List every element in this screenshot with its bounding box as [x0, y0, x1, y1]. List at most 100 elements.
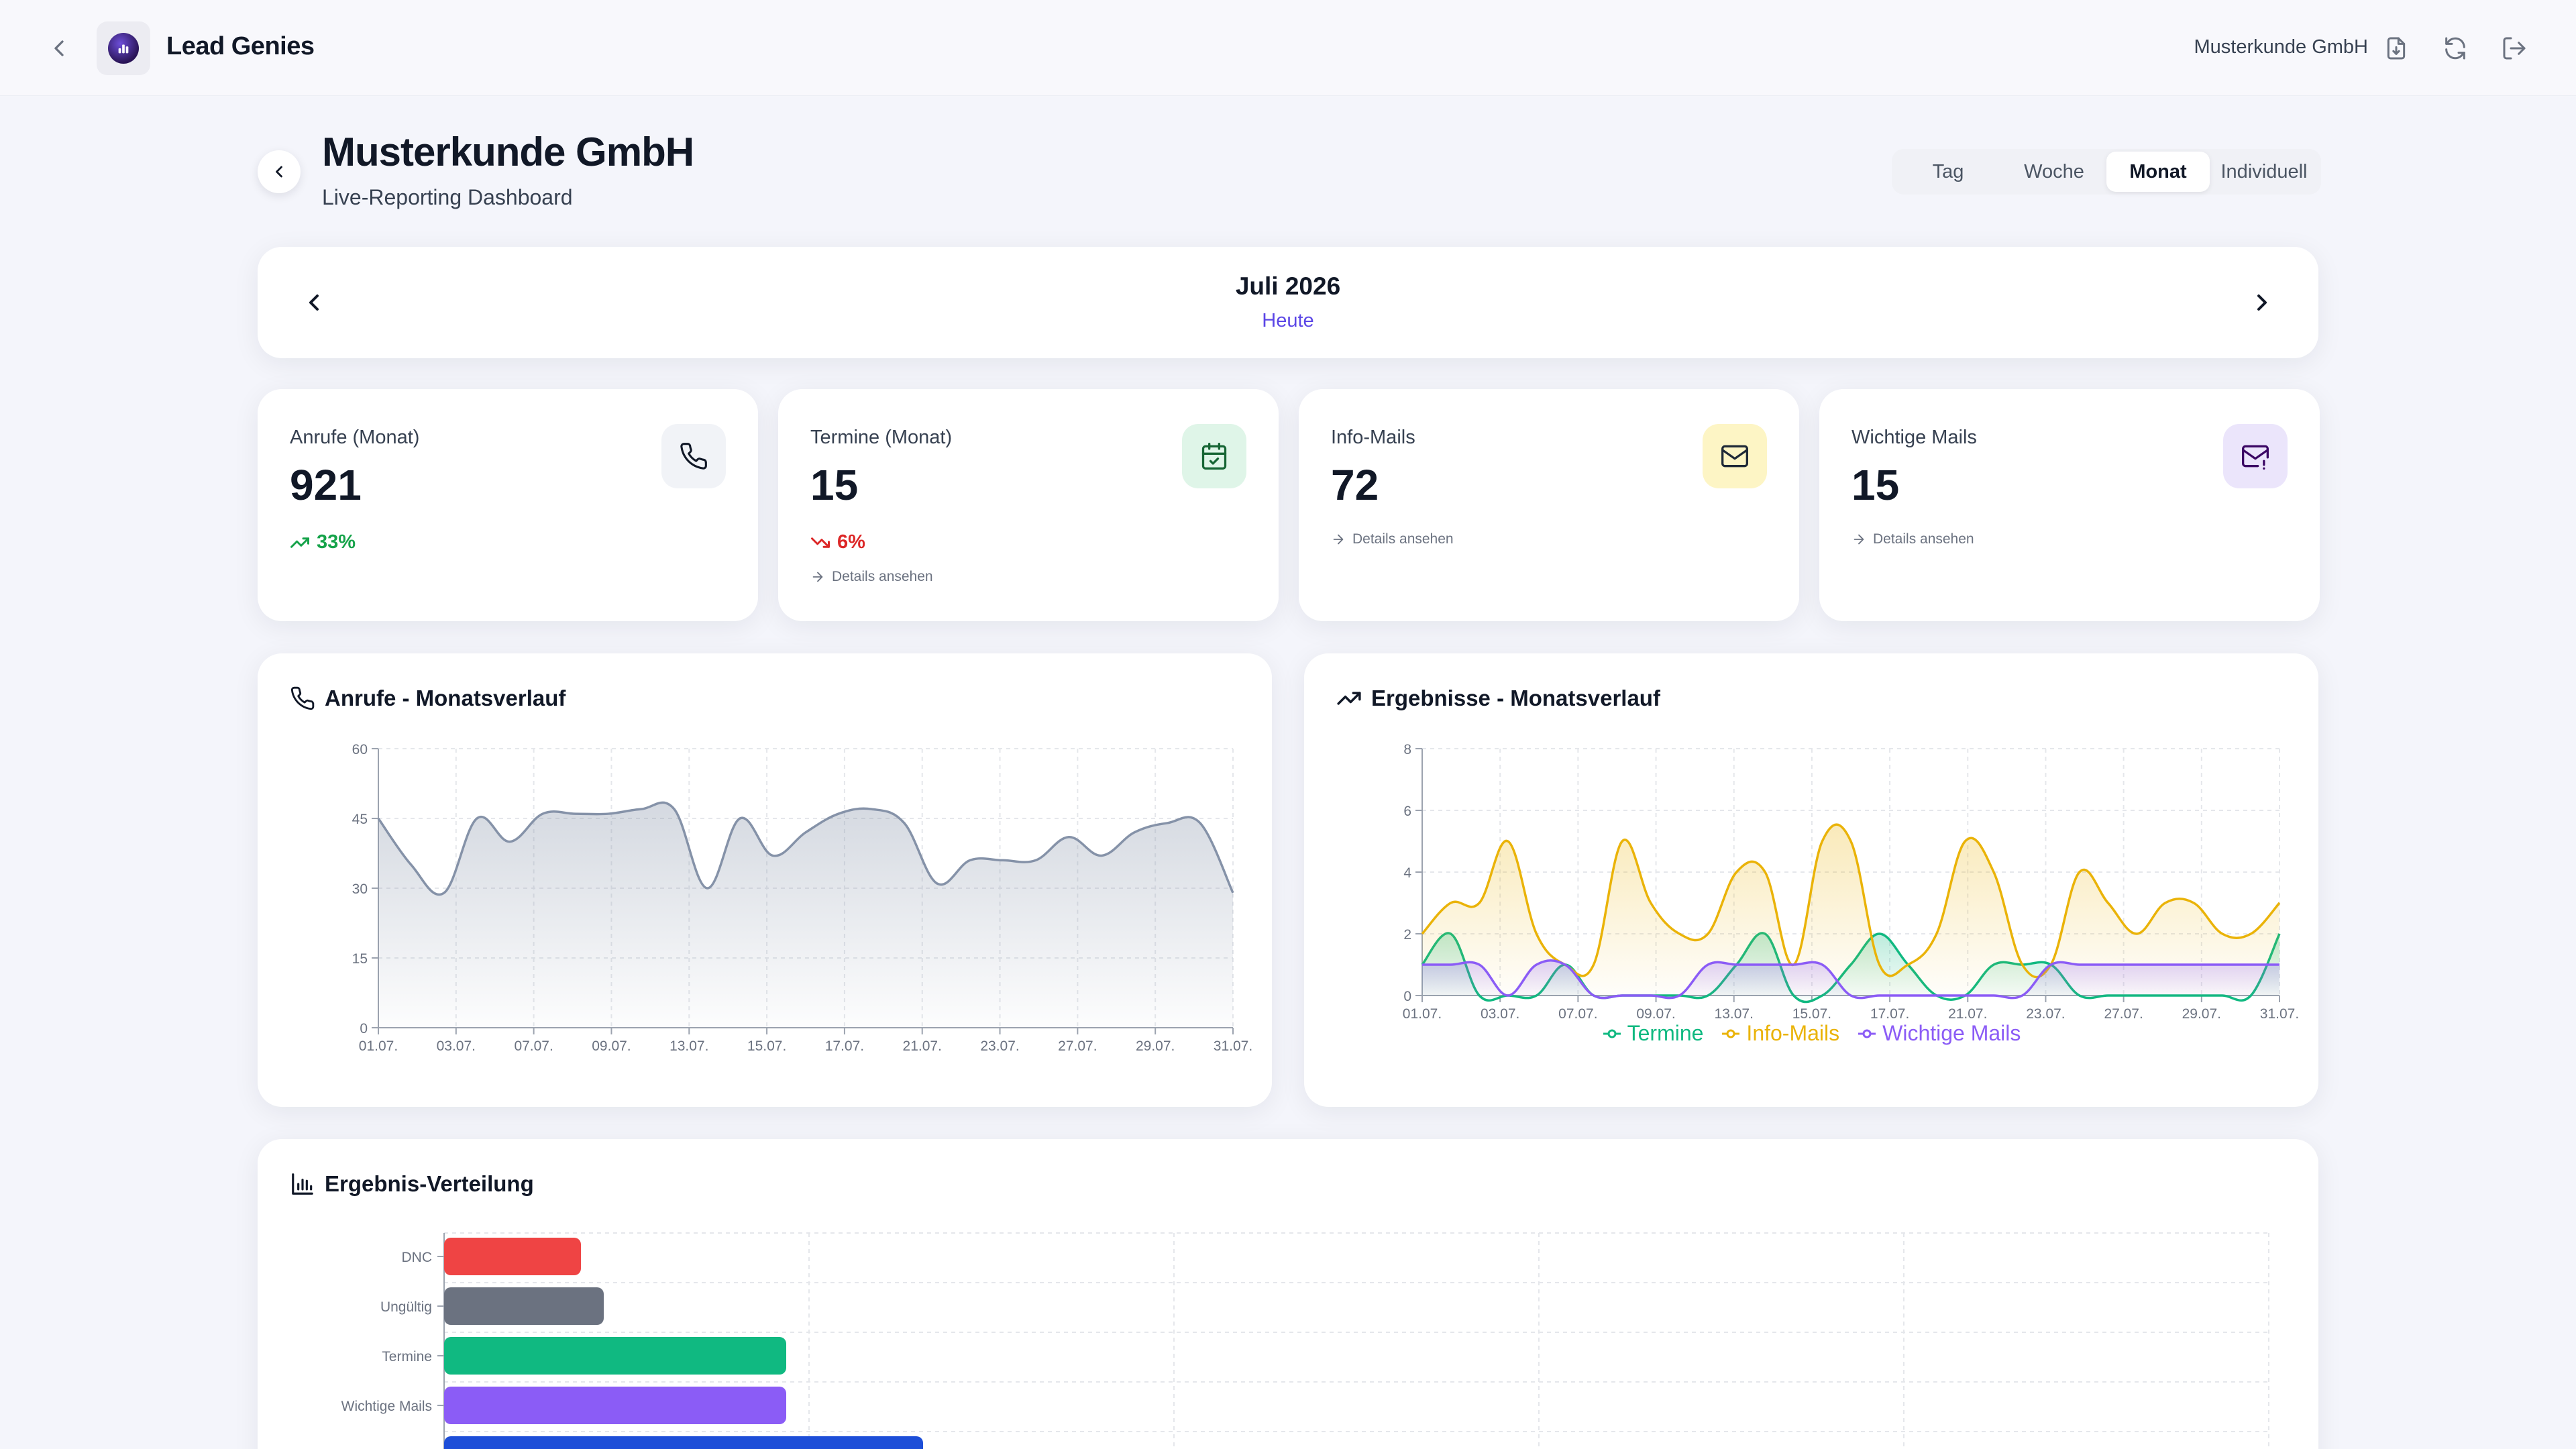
- trending-up-icon: [1337, 692, 1361, 705]
- legend-line-marker-icon: [1722, 1029, 1740, 1038]
- top-bar: Lead Genies Musterkunde GmbH: [0, 0, 2576, 96]
- period-title: Juli 2026: [1235, 272, 1341, 300]
- bar-dnc: [444, 1238, 581, 1275]
- range-tabs: Tag Woche Monat Individuell: [1892, 149, 2321, 195]
- calls-chart-card: 0 15 30 45 60 01.07. 03.07. 07.07. 09.07. 13.07. 1…: [258, 653, 1272, 1107]
- tab-tag[interactable]: Tag: [1894, 152, 2002, 192]
- phone-icon: [661, 424, 726, 488]
- logout-icon[interactable]: [2501, 35, 2528, 62]
- legend-item-info-mails[interactable]: Info-Mails: [1721, 1021, 1839, 1046]
- back-icon[interactable]: [46, 35, 72, 62]
- stat-card-wichtige-mails: Wichtige Mails 15 Details ansehen: [1819, 389, 2320, 621]
- x-tick-label: 13.07.: [669, 1038, 708, 1054]
- bar-wichtige-mails: [444, 1387, 786, 1424]
- x-tick-label: 03.07.: [1481, 1006, 1519, 1022]
- legend-item-wichtige-mails[interactable]: Wichtige Mails: [1857, 1021, 2021, 1046]
- bar-chart-icon: [292, 1173, 313, 1195]
- stat-value: 15: [810, 461, 859, 509]
- y-tick-label: 6: [1403, 804, 1411, 819]
- category-label: Ungültig: [380, 1299, 432, 1315]
- distribution-chart: DNC Ungültig Termine Wichtige Mails: [341, 1232, 2269, 1449]
- stat-label: Wichtige Mails: [1851, 427, 1977, 448]
- details-label: Details ansehen: [1352, 531, 1454, 547]
- x-tick-label: 07.07.: [514, 1038, 553, 1054]
- stat-value: 72: [1331, 461, 1379, 509]
- x-tick-label: 09.07.: [592, 1038, 631, 1054]
- x-tick-label: 21.07.: [903, 1038, 942, 1054]
- mail-alert-icon: [2223, 424, 2288, 488]
- y-tick-label: 0: [1403, 989, 1411, 1004]
- y-tick-label: 15: [352, 951, 368, 967]
- x-tick-label: 29.07.: [2182, 1006, 2221, 1022]
- stat-card-info-mails: Info-Mails 72 Details ansehen: [1299, 389, 1799, 621]
- trending-down-icon: [811, 537, 830, 548]
- legend-label: Termine: [1627, 1021, 1704, 1045]
- x-tick-label: 21.07.: [1948, 1006, 1987, 1022]
- details-label: Details ansehen: [1873, 531, 1974, 547]
- page-back-button[interactable]: [258, 150, 301, 193]
- period-navigator: Juli 2026 Heute: [258, 247, 2318, 358]
- y-tick-label: 0: [360, 1021, 368, 1036]
- x-tick-label: 13.07.: [1715, 1006, 1754, 1022]
- today-link[interactable]: Heute: [258, 310, 2318, 332]
- export-icon[interactable]: [2383, 35, 2410, 62]
- calls-chart-header: Anrufe - Monatsverlauf: [290, 686, 566, 711]
- logo-icon: [108, 33, 139, 64]
- y-tick-label: 45: [352, 812, 368, 827]
- x-tick-label: 01.07.: [1403, 1006, 1442, 1022]
- details-link[interactable]: Details ansehen: [1851, 531, 1974, 547]
- refresh-icon[interactable]: [2442, 35, 2469, 62]
- arrow-right-icon: [1333, 534, 1344, 545]
- stat-value: 15: [1851, 461, 1900, 509]
- stat-label: Anrufe (Monat): [290, 427, 420, 448]
- x-tick-label: 07.07.: [1558, 1006, 1597, 1022]
- distribution-chart-title: Ergebnis-Verteilung: [325, 1171, 534, 1196]
- results-chart-card: 0 2 4 6 8 01.07. 03.07. 07.07. 09.07. 13.07. 15.07…: [1304, 653, 2318, 1107]
- y-tick-label: 8: [1403, 742, 1411, 757]
- y-tick-label: 30: [352, 881, 368, 897]
- distribution-chart-header: Ergebnis-Verteilung: [290, 1171, 534, 1197]
- x-tick-label: 31.07.: [2260, 1006, 2299, 1022]
- x-tick-label: 29.07.: [1136, 1038, 1175, 1054]
- x-tick-label: 15.07.: [1792, 1006, 1831, 1022]
- stat-label: Termine (Monat): [810, 427, 953, 448]
- stat-trend-value: 33%: [317, 531, 356, 553]
- page-title: Musterkunde GmbH: [322, 129, 694, 174]
- x-tick-label: 01.07.: [359, 1038, 398, 1054]
- arrow-right-icon: [1854, 534, 1864, 545]
- stat-label: Info-Mails: [1331, 427, 1415, 448]
- stat-value: 921: [290, 461, 362, 509]
- client-name: Musterkunde GmbH: [2194, 36, 2369, 58]
- results-chart-title: Ergebnisse - Monatsverlauf: [1371, 686, 1660, 710]
- x-tick-label: 23.07.: [980, 1038, 1019, 1054]
- bar-termine: [444, 1337, 786, 1375]
- details-label: Details ansehen: [832, 569, 933, 584]
- details-link[interactable]: Details ansehen: [1331, 531, 1454, 547]
- x-tick-label: 17.07.: [825, 1038, 864, 1054]
- x-tick-label: 15.07.: [747, 1038, 786, 1054]
- legend-label: Info-Mails: [1746, 1021, 1840, 1045]
- x-tick-label: 27.07.: [2104, 1006, 2143, 1022]
- tab-individuell[interactable]: Individuell: [2210, 152, 2318, 192]
- stat-card-termine: Termine (Monat) 15 6% Details ansehen: [778, 389, 1279, 621]
- stat-card-anrufe: Anrufe (Monat) 921 33%: [258, 389, 758, 621]
- bar-ungültig: [444, 1287, 604, 1325]
- legend-item-termine[interactable]: Termine: [1602, 1021, 1704, 1046]
- details-link[interactable]: Details ansehen: [810, 569, 933, 585]
- calendar-check-icon: [1182, 424, 1246, 488]
- x-tick-label: 23.07.: [2026, 1006, 2065, 1022]
- legend-label: Wichtige Mails: [1882, 1021, 2021, 1045]
- page-subtitle: Live-Reporting Dashboard: [322, 185, 573, 209]
- app-title: Lead Genies: [166, 32, 315, 60]
- tab-monat[interactable]: Monat: [2106, 152, 2210, 192]
- x-tick-label: 27.07.: [1058, 1038, 1097, 1054]
- mail-icon: [1703, 424, 1767, 488]
- tab-woche[interactable]: Woche: [2002, 152, 2106, 192]
- category-label: Wichtige Mails: [341, 1399, 432, 1414]
- chevron-left-icon: [276, 166, 282, 178]
- next-period-icon[interactable]: [2249, 289, 2275, 316]
- legend-line-marker-icon: [1858, 1029, 1876, 1038]
- stat-trend: 33%: [290, 531, 356, 553]
- bar-unlabeled: [444, 1436, 923, 1449]
- phone-icon: [290, 686, 315, 710]
